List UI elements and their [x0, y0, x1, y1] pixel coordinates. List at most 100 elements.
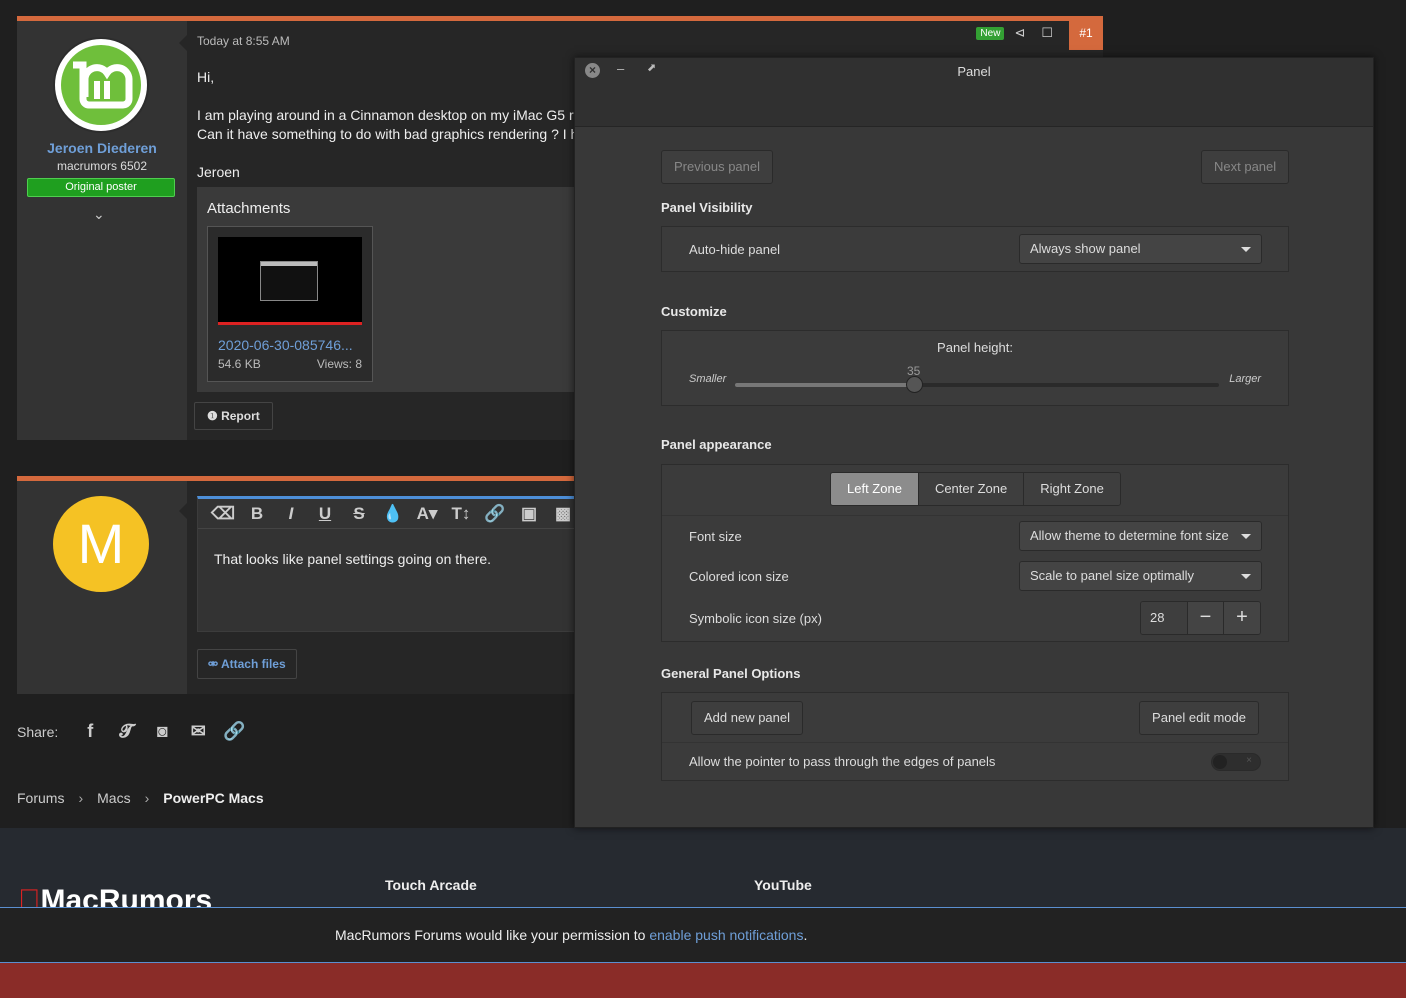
link-icon[interactable]: 🔗	[478, 504, 512, 524]
breadcrumb-powerpc-macs[interactable]: PowerPC Macs	[163, 790, 263, 806]
tab-right-zone[interactable]: Right Zone	[1024, 473, 1120, 505]
next-panel-button[interactable]: Next panel	[1201, 150, 1290, 184]
twitter-icon[interactable]: 𝓣	[108, 721, 144, 742]
slider-smaller-label: Smaller	[689, 373, 727, 385]
new-badge: New	[976, 26, 1005, 40]
autohide-select[interactable]: Always show panel	[1019, 234, 1262, 264]
post-timestamp[interactable]: Today at 8:55 AM	[197, 34, 290, 48]
chevron-down-icon[interactable]: ⌄	[93, 206, 105, 223]
colored-icon-size-value: Scale to panel size optimally	[1030, 568, 1195, 583]
chevron-right-icon: ›	[144, 790, 150, 806]
share-icon[interactable]: ⊲	[1014, 25, 1025, 41]
breadcrumb-macs[interactable]: Macs	[97, 790, 130, 806]
paperclip-icon: ⚮	[208, 657, 221, 671]
user-pane: M	[17, 481, 187, 694]
attachment-views: Views: 8	[316, 357, 362, 371]
tab-left-zone[interactable]: Left Zone	[831, 473, 919, 505]
dialog-titlebar[interactable]: × – ⬈ Panel	[575, 58, 1373, 127]
plus-icon[interactable]: +	[1224, 602, 1260, 634]
link-icon[interactable]: 🔗	[216, 721, 252, 742]
attachment-size: 54.6 KB	[218, 357, 261, 371]
user-title: macrumors 6502	[56, 159, 148, 173]
caret-down-icon	[1241, 574, 1251, 579]
share-bar: Share: f 𝓣 ◙ ✉ 🔗	[17, 721, 252, 742]
alert-icon: ❶	[207, 409, 222, 423]
push-notice: MacRumors Forums would like your permiss…	[0, 907, 1406, 963]
attachments-title: Attachments	[207, 200, 291, 217]
tab-center-zone[interactable]: Center Zone	[918, 473, 1025, 505]
slider-knob[interactable]	[906, 376, 923, 393]
autohide-label: Auto-hide panel	[689, 242, 781, 257]
message-line: Can it have something to do with bad gra…	[197, 126, 579, 142]
font-size-icon[interactable]: T↕	[444, 504, 478, 524]
pointer-pass-label: Allow the pointer to pass through the ed…	[689, 754, 996, 769]
attachment-card[interactable]: 2020-06-30-085746... 54.6 KB Views: 8	[207, 226, 373, 382]
appearance-frame: Left Zone Center Zone Right Zone Font si…	[661, 464, 1289, 642]
autohide-value: Always show panel	[1030, 241, 1141, 256]
general-options-heading: General Panel Options	[661, 666, 801, 681]
user-avatar[interactable]	[53, 37, 149, 133]
message-line: I am playing around in a Cinnamon deskto…	[197, 107, 574, 123]
eraser-icon[interactable]: ⌫	[206, 504, 240, 524]
divider	[662, 742, 1288, 743]
original-poster-badge: Original poster	[27, 178, 175, 197]
facebook-icon[interactable]: f	[72, 721, 108, 742]
attachment-thumbnail[interactable]	[218, 237, 362, 325]
visibility-frame: Auto-hide panel Always show panel	[661, 226, 1289, 272]
attach-files-button[interactable]: ⚮ Attach files	[197, 649, 297, 679]
colored-icon-size-select[interactable]: Scale to panel size optimally	[1019, 561, 1262, 591]
thumbnail-window	[260, 261, 318, 301]
footer-touch-arcade[interactable]: Touch Arcade	[385, 877, 477, 893]
notice-text: MacRumors Forums would like your permiss…	[335, 927, 650, 943]
username[interactable]: Jeroen Diederen	[17, 140, 187, 156]
font-size-select[interactable]: Allow theme to determine font size	[1019, 521, 1262, 551]
logo-text: MacRumors	[18, 884, 213, 908]
previous-panel-button[interactable]: Previous panel	[661, 150, 773, 184]
underline-icon[interactable]: U	[308, 504, 342, 524]
strikethrough-icon[interactable]: S	[342, 504, 376, 524]
font-size-value: Allow theme to determine font size	[1030, 528, 1229, 543]
add-new-panel-button[interactable]: Add new panel	[691, 701, 804, 735]
zone-switcher: Left Zone Center Zone Right Zone	[830, 472, 1121, 506]
panel-height-slider[interactable]	[735, 376, 1219, 393]
post-number[interactable]: #1	[1069, 16, 1103, 50]
slider-value: 35	[907, 364, 921, 378]
colored-icon-size-label: Colored icon size	[689, 569, 789, 584]
breadcrumb-forums[interactable]: Forums	[17, 790, 64, 806]
panel-visibility-heading: Panel Visibility	[661, 200, 753, 215]
toggle-knob	[1213, 755, 1227, 769]
panel-edit-mode-button[interactable]: Panel edit mode	[1139, 701, 1259, 735]
symbolic-icon-size-label: Symbolic icon size (px)	[689, 611, 822, 626]
footer-youtube[interactable]: YouTube	[754, 877, 812, 893]
reddit-icon[interactable]: ◙	[144, 721, 180, 742]
breadcrumb: Forums › Macs › PowerPC Macs	[17, 790, 264, 806]
macrumors-logo[interactable]: MacRumors	[18, 884, 212, 908]
editor-content[interactable]: That looks like panel settings going on …	[214, 551, 491, 567]
close-icon: ×	[1246, 755, 1252, 766]
font-family-icon[interactable]: A▾	[410, 504, 444, 524]
attach-files-label: Attach files	[220, 657, 286, 671]
enable-push-link[interactable]: enable push notifications	[649, 927, 803, 943]
email-icon[interactable]: ✉	[180, 721, 216, 742]
bottom-bar	[0, 963, 1406, 998]
symbolic-icon-size-value[interactable]: 28	[1141, 602, 1188, 634]
attachment-name[interactable]: 2020-06-30-085746...	[218, 337, 364, 353]
panel-appearance-heading: Panel appearance	[661, 437, 772, 452]
text-color-icon[interactable]: 💧	[376, 504, 410, 524]
share-label: Share:	[17, 723, 59, 740]
chevron-right-icon: ›	[78, 790, 84, 806]
report-button[interactable]: ❶ Report	[194, 402, 273, 430]
panel-settings-dialog: × – ⬈ Panel Previous panel Next panel Pa…	[574, 57, 1374, 828]
pointer-pass-toggle[interactable]: ×	[1211, 753, 1261, 771]
minus-icon[interactable]: −	[1188, 602, 1224, 634]
general-frame: Add new panel Panel edit mode Allow the …	[661, 692, 1289, 781]
dialog-title: Panel	[957, 64, 991, 79]
image-icon[interactable]: ▣	[512, 504, 546, 524]
slider-fill	[735, 383, 914, 387]
panel-height-label: Panel height:	[937, 340, 1013, 355]
bold-icon[interactable]: B	[240, 504, 274, 524]
italic-icon[interactable]: I	[274, 504, 308, 524]
bookmark-icon[interactable]: ☐	[1041, 25, 1053, 41]
linux-mint-icon	[55, 39, 147, 131]
apple-icon: 	[18, 884, 41, 908]
